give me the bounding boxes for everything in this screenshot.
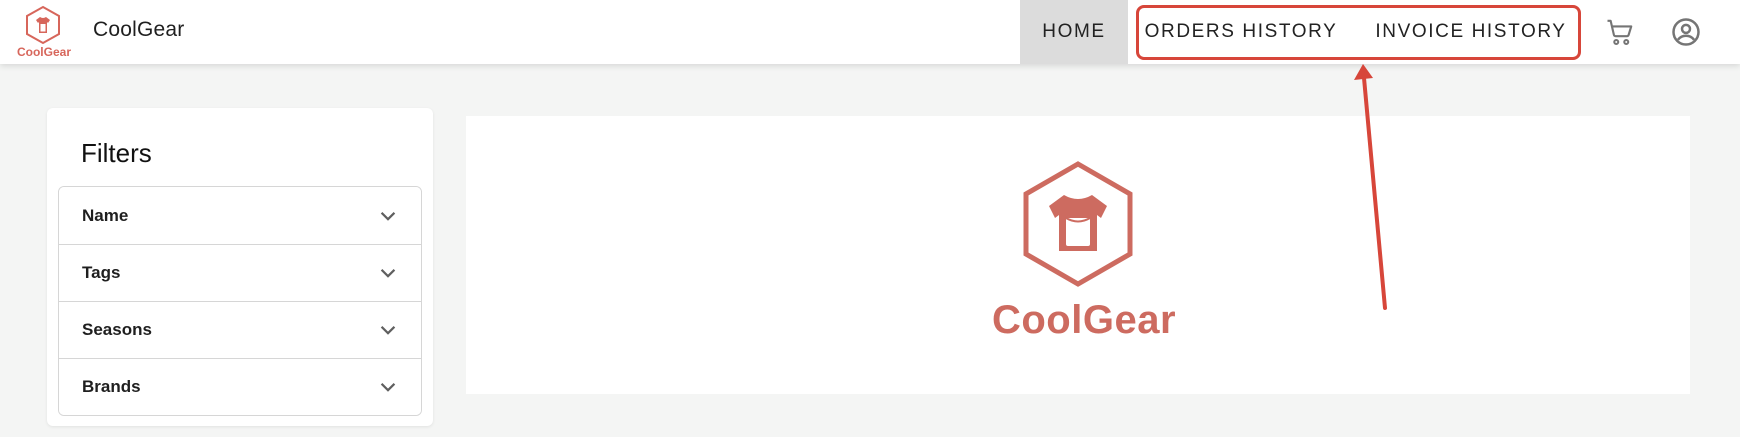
chevron-down-icon	[380, 211, 396, 221]
hero-banner: CoolGear	[466, 116, 1690, 394]
brand-title[interactable]: CoolGear	[93, 18, 184, 42]
shopping-cart-icon	[1607, 19, 1633, 45]
filter-name-label: Name	[82, 205, 129, 225]
account-circle-icon	[1672, 18, 1700, 46]
filter-seasons-label: Seasons	[82, 320, 152, 339]
banner-wordmark: CoolGear	[991, 298, 1177, 342]
filters-title: Filters	[81, 138, 152, 168]
filter-tags-row[interactable]: Tags	[59, 244, 421, 301]
nav-orders-history-button[interactable]: ORDERS HISTORY	[1135, 0, 1347, 64]
filter-brands-label: Brands	[82, 377, 141, 396]
filter-tags-label: Tags	[82, 263, 121, 282]
filters-panel: Filters Name Tags Seasons Brands	[47, 108, 433, 426]
nav-home-button[interactable]: HOME	[1020, 0, 1128, 64]
filter-seasons-row[interactable]: Seasons	[59, 301, 421, 358]
chevron-down-icon	[380, 326, 396, 335]
coolgear-shirt-logo-icon	[1023, 161, 1133, 287]
filter-name-row[interactable]: Name	[59, 187, 421, 244]
filter-brands-row[interactable]: Brands	[59, 358, 421, 415]
chevron-down-icon	[380, 269, 396, 278]
nav-invoice-history-button[interactable]: INVOICE HISTORY	[1366, 0, 1576, 64]
app-bar: CoolGear CoolGear HOME ORDERS HISTORY IN…	[0, 0, 1740, 64]
coolgear-logo-icon[interactable]: CoolGear	[16, 4, 72, 60]
filters-accordion: Name Tags Seasons Brands	[58, 186, 422, 416]
svg-text:CoolGear: CoolGear	[17, 45, 71, 59]
chevron-down-icon	[380, 383, 396, 392]
cart-button[interactable]	[1602, 14, 1638, 50]
account-button[interactable]	[1668, 14, 1704, 50]
